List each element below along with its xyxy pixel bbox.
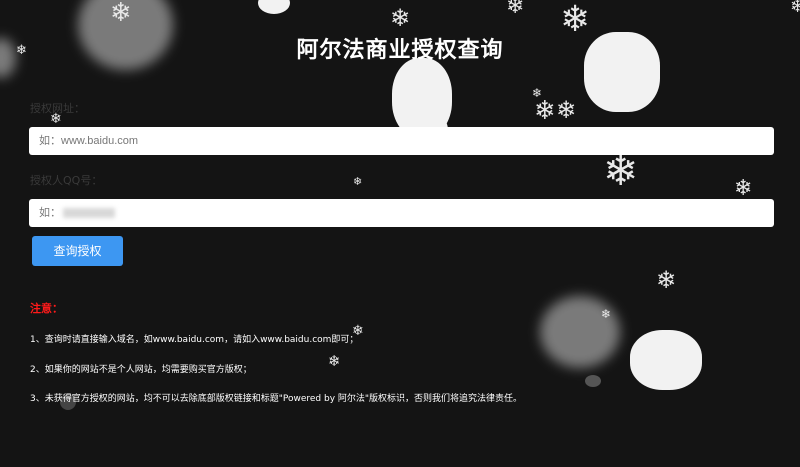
snow-blob: [630, 330, 702, 390]
page-title: 阿尔法商业授权查询: [296, 38, 504, 63]
snowflake-icon: ❄: [390, 4, 411, 32]
snowflake-icon: ❄: [506, 0, 525, 19]
snowflake-icon: ❄: [534, 96, 556, 126]
notice-item: 1、查询时请直接输入域名，如www.baidu.com，请如入www.baidu…: [30, 335, 359, 345]
snowflake-icon: ❄: [790, 0, 800, 17]
domain-label: 授权网址：: [30, 102, 85, 115]
snowflake-icon: ❄: [603, 146, 639, 195]
qq-label: 授权人QQ号：: [30, 174, 103, 187]
notice-title: 注意：: [30, 302, 63, 315]
snowflake-icon: ❄: [656, 266, 677, 294]
snow-blob: [258, 0, 290, 14]
notice-item: 2、如果你的网站不是个人网站，均需要购买官方版权；: [30, 365, 252, 375]
qq-input[interactable]: 如：: [29, 199, 774, 227]
query-button[interactable]: 查询授权: [32, 236, 123, 266]
snowflake-icon: ❄: [734, 176, 753, 201]
snow-blob: [585, 375, 601, 387]
notice-item: 3、未获得官方授权的网站，均不可以去除底部版权链接和标题"Powered by …: [30, 394, 523, 404]
snowflake-icon: ❄: [556, 96, 577, 124]
snowflake-icon: ❄: [328, 352, 341, 370]
redacted-qq-number: [63, 208, 115, 218]
page: ❄ ❄ ❄ ❄ ❄ ❄ ❄ ❄ ❄ ❄ ❄ ❄ ❄ ❄ ❄ ❄ ❄ 阿尔法商业授…: [0, 0, 800, 467]
domain-input[interactable]: [29, 127, 774, 155]
snowflake-icon: ❄: [601, 307, 612, 321]
snowflake-icon: ❄: [353, 175, 363, 188]
snowflake-icon: ❄: [110, 0, 132, 28]
qq-input-prefix: 如：: [39, 206, 61, 219]
